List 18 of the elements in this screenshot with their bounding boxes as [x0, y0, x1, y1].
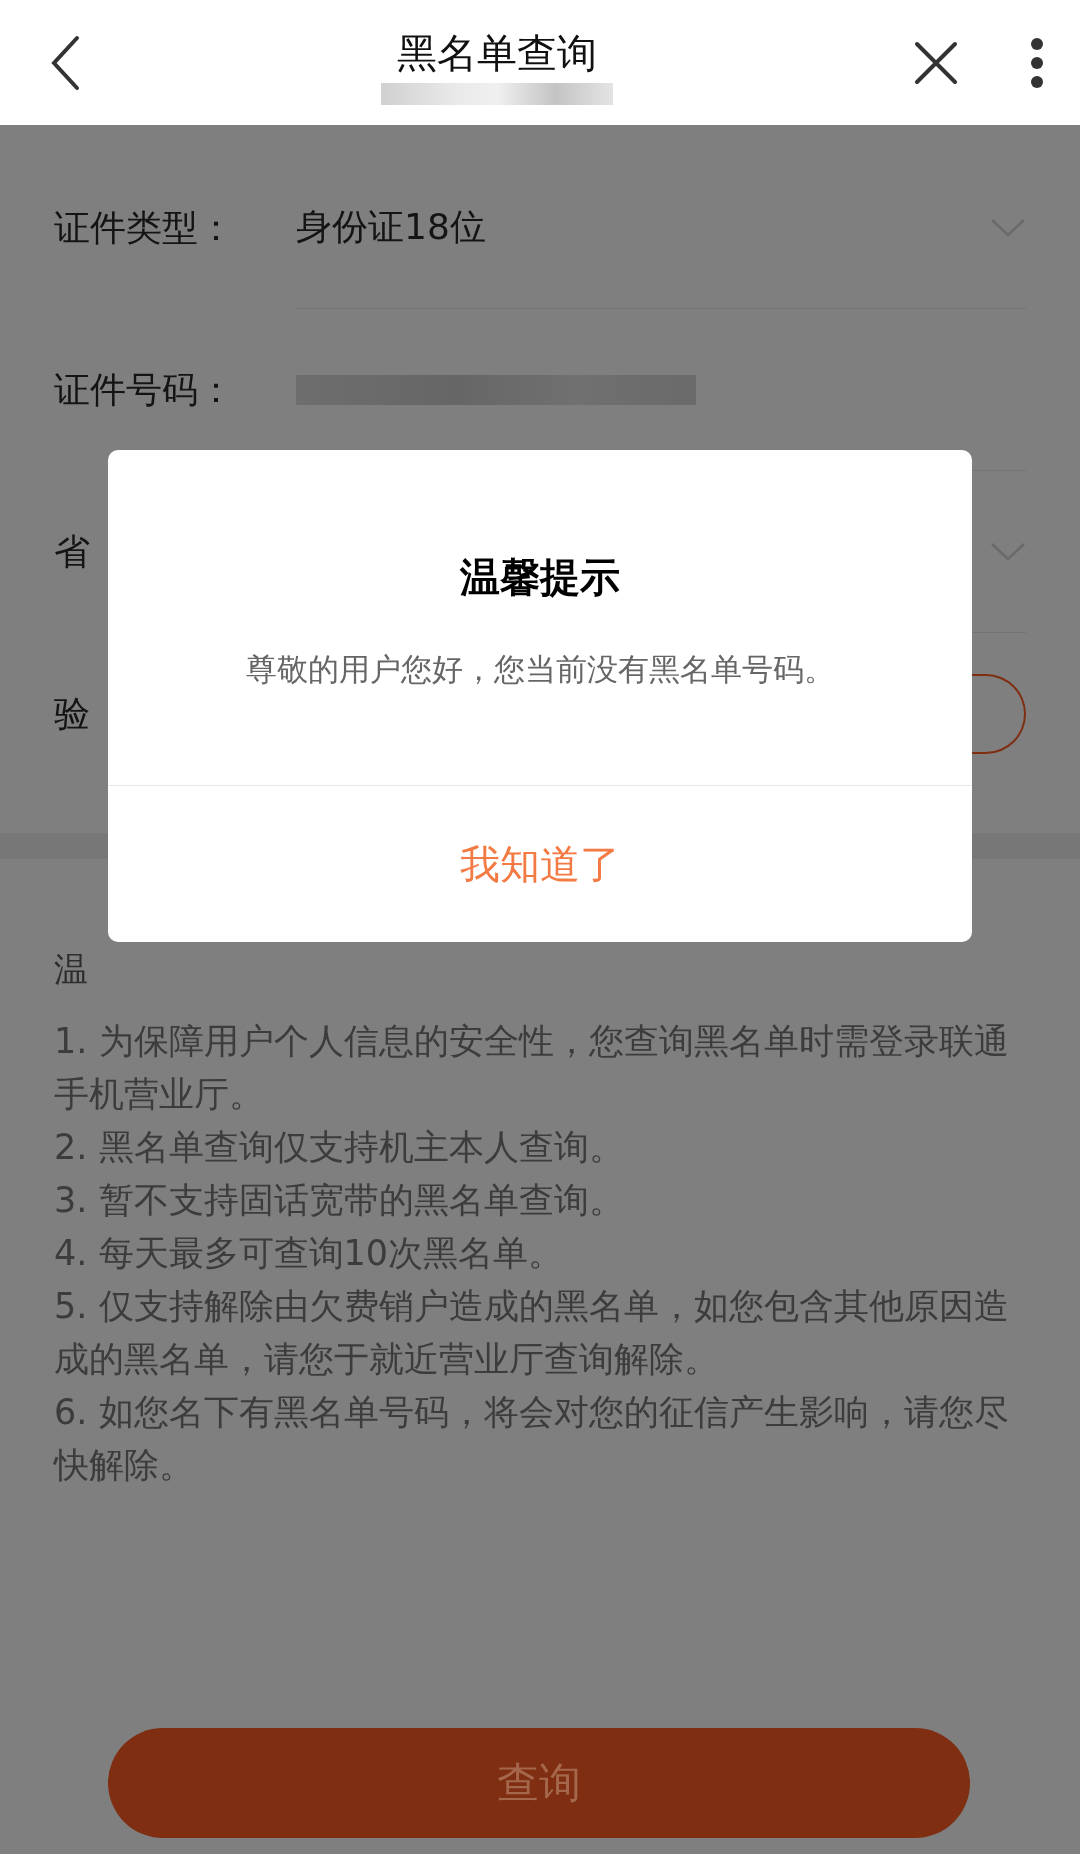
- field-label: 省: [54, 529, 91, 574]
- note-item: 2. 黑名单查询仅支持机主本人查询。: [54, 1126, 625, 1169]
- dialog-title: 温馨提示: [459, 553, 621, 602]
- input-field[interactable]: 身份证18位: [296, 147, 1026, 309]
- note-item: 1. 为保障用户个人信息的安全性，您查询黑名单时需登录联通手机营业厅。: [54, 1020, 1010, 1116]
- field-value: 身份证18位: [296, 205, 486, 249]
- confirm-button[interactable]: 我知道了: [108, 785, 972, 942]
- note-item: 6. 如您名下有黑名单号码，将会对您的征信产生影响，请您尽快解除。: [54, 1391, 1010, 1487]
- notes-heading: 温: [54, 948, 89, 991]
- note-item: 4. 每天最多可查询10次黑名单。: [54, 1232, 565, 1275]
- submit-button[interactable]: 查询: [108, 1728, 970, 1838]
- field-label: 验: [54, 691, 91, 736]
- field-label: 证件号码：: [54, 367, 235, 412]
- note-item: 3. 暂不支持固话宽带的黑名单查询。: [54, 1179, 625, 1222]
- dialog-message: 尊敬的用户您好，您当前没有黑名单号码。: [244, 650, 836, 689]
- page-title: 黑名单查询: [397, 30, 597, 75]
- note-item: 5. 仅支持解除由欠费销户造成的黑名单，如您包含其他原因造成的黑名单，请您于就近营业厅查询解除。: [54, 1285, 1010, 1381]
- field-label: 证件类型：: [54, 205, 235, 250]
